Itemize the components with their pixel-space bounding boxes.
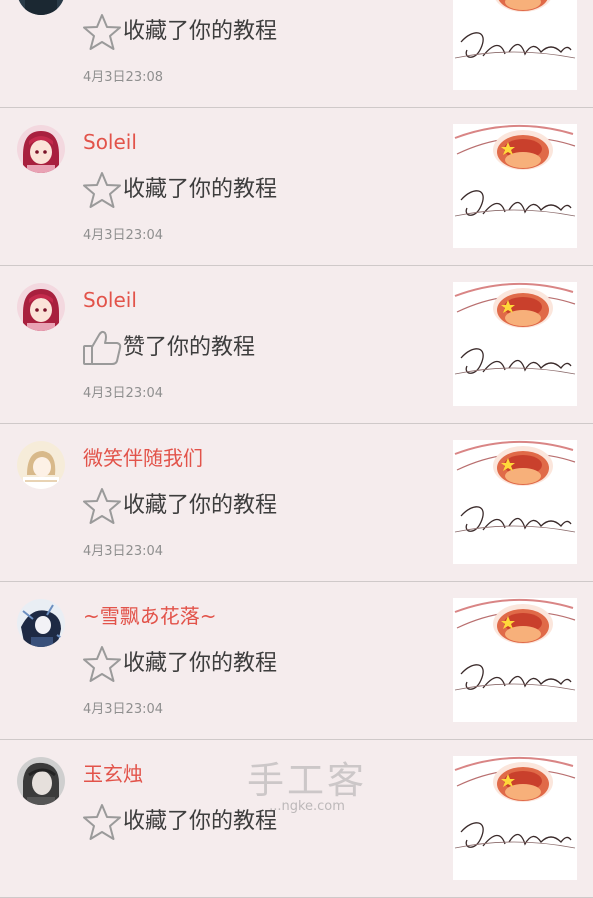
eye-artwork-icon [453, 0, 577, 90]
notification-item[interactable]: 玉玄烛 收藏了你的教程 [0, 740, 593, 898]
action-text: 收藏了你的教程 [123, 493, 278, 518]
tutorial-thumbnail[interactable] [453, 282, 577, 406]
username[interactable]: ~雪飘あ花落~ [83, 603, 217, 629]
tutorial-thumbnail[interactable] [453, 756, 577, 880]
star-icon [83, 14, 121, 50]
timestamp: 4月3日23:04 [83, 386, 164, 401]
action-text: 收藏了你的教程 [123, 651, 278, 676]
eye-artwork-icon [453, 282, 577, 406]
tutorial-thumbnail[interactable] [453, 0, 577, 90]
avatar-blue-icon [17, 599, 65, 647]
username[interactable]: Soleil [83, 287, 137, 313]
notification-item[interactable]: Soleil 赞了你的教程 4月3日23:04 [0, 266, 593, 424]
action-row: 收藏了你的教程 [82, 645, 277, 683]
star-icon [83, 172, 121, 208]
avatar[interactable] [17, 757, 65, 805]
action-text: 收藏了你的教程 [123, 177, 278, 202]
notification-item[interactable]: 微笑伴随我们 收藏了你的教程 4月3日23:04 [0, 424, 593, 582]
username[interactable]: 玉玄烛 [83, 761, 143, 787]
action-row: 收藏了你的教程 [82, 13, 277, 51]
eye-artwork-icon [453, 598, 577, 722]
action-row: 收藏了你的教程 [82, 803, 277, 841]
avatar-dark-icon [17, 0, 65, 15]
notification-item[interactable]: Soleil 收藏了你的教程 4月3日23:04 [0, 108, 593, 266]
timestamp: 4月3日23:04 [83, 228, 164, 243]
star-icon [83, 804, 121, 840]
tutorial-thumbnail[interactable] [453, 440, 577, 564]
username[interactable]: Soleil [83, 129, 137, 155]
avatar[interactable] [17, 0, 65, 15]
eye-artwork-icon [453, 124, 577, 248]
notification-item[interactable]: 收藏了你的教程 4月3日23:08 [0, 0, 593, 108]
notification-item[interactable]: ~雪飘あ花落~ 收藏了你的教程 4月3日23:04 [0, 582, 593, 740]
avatar-anime-red-icon [17, 283, 65, 331]
star-icon [83, 488, 121, 524]
avatar[interactable] [17, 441, 65, 489]
tutorial-thumbnail[interactable] [453, 124, 577, 248]
timestamp: 4月3日23:04 [83, 544, 164, 559]
avatar[interactable] [17, 125, 65, 173]
tutorial-thumbnail[interactable] [453, 598, 577, 722]
username[interactable]: 微笑伴随我们 [83, 445, 203, 471]
avatar-light-icon [17, 441, 65, 489]
action-text: 收藏了你的教程 [123, 809, 278, 834]
action-text: 赞了你的教程 [123, 335, 256, 360]
avatar[interactable] [17, 599, 65, 647]
avatar[interactable] [17, 283, 65, 331]
eye-artwork-icon [453, 440, 577, 564]
avatar-anime-red-icon [17, 125, 65, 173]
timestamp: 4月3日23:08 [83, 70, 164, 85]
action-row: 收藏了你的教程 [82, 171, 277, 209]
timestamp: 4月3日23:04 [83, 702, 164, 717]
thumbs-up-icon [83, 330, 122, 365]
star-icon [83, 646, 121, 682]
notification-list: 收藏了你的教程 4月3日23:08 Soleil 收藏了你的教程 4月3日23:… [0, 0, 593, 898]
eye-artwork-icon [453, 756, 577, 880]
action-row: 赞了你的教程 [82, 329, 255, 367]
avatar-gray-icon [17, 757, 65, 805]
action-row: 收藏了你的教程 [82, 487, 277, 525]
action-text: 收藏了你的教程 [123, 19, 278, 44]
